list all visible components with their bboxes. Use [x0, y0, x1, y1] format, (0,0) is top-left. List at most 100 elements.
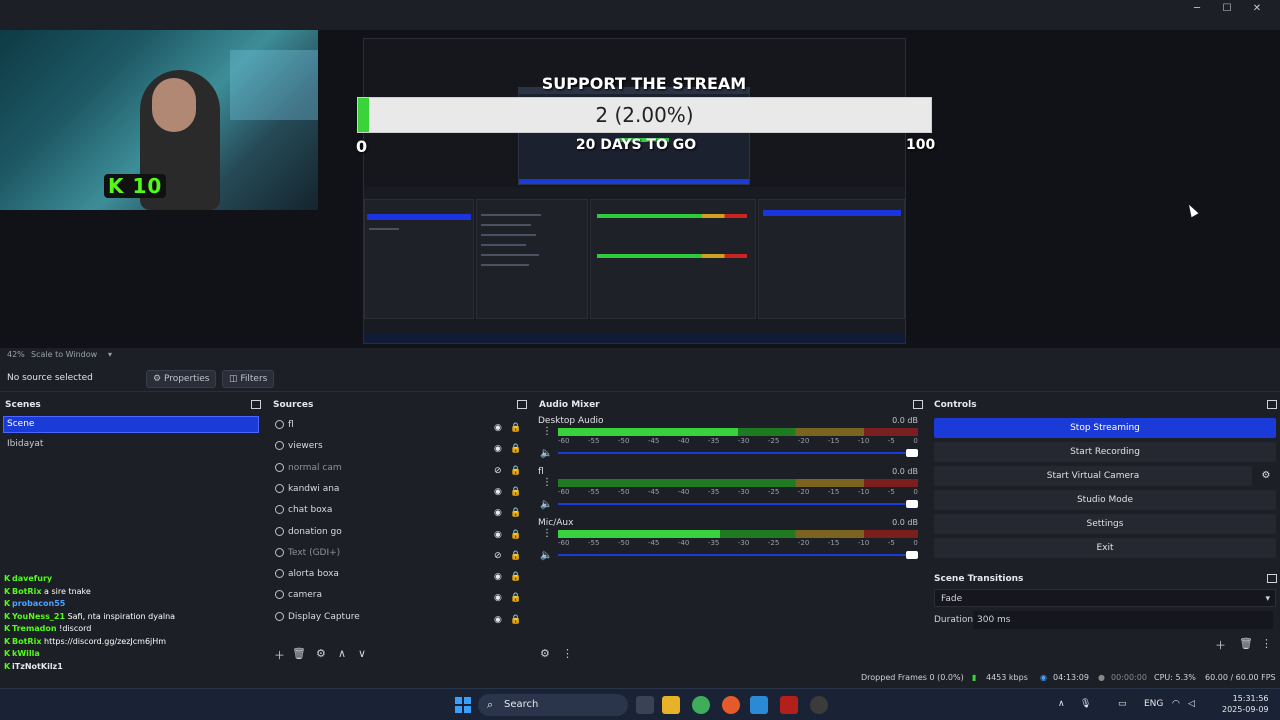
- move-down-icon[interactable]: ∨: [358, 647, 366, 660]
- mini-controls: [758, 199, 905, 319]
- speaker-icon[interactable]: 🔈: [540, 448, 552, 459]
- start-recording-button[interactable]: Start Recording: [934, 442, 1276, 462]
- source-item[interactable]: Text (GDI+) ⊘ 🔒: [272, 545, 522, 561]
- source-item[interactable]: camera ◉ 🔒: [272, 587, 522, 603]
- meter-tick: -15: [827, 488, 840, 496]
- taskbar-search[interactable]: ⌕ Search: [478, 694, 628, 716]
- scene-item-scene[interactable]: Scene: [3, 416, 259, 433]
- filters-button[interactable]: ◫ Filters: [222, 370, 275, 388]
- obs-icon[interactable]: [810, 696, 828, 714]
- eye-icon[interactable]: ◉: [494, 441, 502, 457]
- add-source-icon[interactable]: ＋: [274, 647, 285, 663]
- volume-slider[interactable]: [558, 500, 918, 508]
- volume-icon[interactable]: ◁: [1188, 699, 1195, 709]
- source-type-icon: [275, 505, 284, 515]
- eye-icon[interactable]: ◉: [494, 612, 502, 628]
- eye-icon[interactable]: ◉: [494, 420, 502, 436]
- source-item[interactable]: alorta boxa ◉ 🔒: [272, 566, 522, 582]
- studio-mode-button[interactable]: Studio Mode: [934, 490, 1276, 510]
- eye-icon[interactable]: ◉: [494, 527, 502, 543]
- eye-hidden-icon[interactable]: ⊘: [494, 548, 502, 564]
- lock-icon[interactable]: 🔒: [510, 569, 521, 585]
- source-item[interactable]: normal cam ⊘ 🔒: [272, 460, 522, 476]
- lock-icon[interactable]: 🔒: [510, 548, 521, 564]
- speaker-icon[interactable]: 🔈: [540, 499, 552, 510]
- meter-tick: -45: [647, 437, 660, 445]
- settings-button[interactable]: Settings: [934, 514, 1276, 534]
- eye-icon[interactable]: ◉: [494, 569, 502, 585]
- start-virtual-camera-button[interactable]: Start Virtual Camera: [934, 466, 1252, 486]
- taskbar-clock[interactable]: 15:31:56 2025-09-09: [1222, 693, 1269, 715]
- lock-icon[interactable]: 🔒: [510, 463, 521, 479]
- file-explorer-icon[interactable]: [662, 696, 680, 714]
- exit-button[interactable]: Exit: [934, 538, 1276, 558]
- app-icon[interactable]: [780, 696, 798, 714]
- source-settings-icon[interactable]: ⚙: [316, 647, 326, 660]
- transition-select[interactable]: Fade ▾: [934, 589, 1276, 607]
- wifi-icon[interactable]: ◠: [1172, 699, 1180, 709]
- undock-icon[interactable]: [1267, 400, 1277, 409]
- chrome-icon[interactable]: [692, 696, 710, 714]
- task-view-icon[interactable]: [636, 696, 654, 714]
- tray-app-icon[interactable]: ▭: [1118, 699, 1127, 709]
- advanced-audio-icon[interactable]: ⚙: [540, 647, 550, 660]
- undock-icon[interactable]: [1267, 574, 1277, 583]
- speaker-icon[interactable]: 🔈: [540, 550, 552, 561]
- volume-slider[interactable]: [558, 449, 918, 457]
- eye-hidden-icon[interactable]: ⊘: [494, 463, 502, 479]
- lock-icon[interactable]: 🔒: [510, 505, 521, 521]
- preview-area[interactable]: K 10 SUPPORT THE STREAM 2 (2.00%) 0 20 D…: [0, 30, 1280, 348]
- undock-icon[interactable]: [517, 400, 527, 409]
- source-item[interactable]: fl ◉ 🔒: [272, 417, 522, 433]
- gear-icon: ⚙: [153, 374, 164, 384]
- lock-icon[interactable]: 🔒: [510, 527, 521, 543]
- stop-streaming-button[interactable]: Stop Streaming: [934, 418, 1276, 438]
- volume-knob[interactable]: [906, 551, 918, 559]
- transition-menu-icon[interactable]: ⋮: [1261, 637, 1272, 650]
- remove-source-icon[interactable]: 🗑: [292, 647, 306, 660]
- tray-chevron-icon[interactable]: ∧: [1058, 699, 1065, 709]
- source-item[interactable]: viewers ◉ 🔒: [272, 438, 522, 454]
- maximize-button[interactable]: ☐: [1212, 2, 1242, 16]
- mic-icon[interactable]: 🎙: [1080, 699, 1091, 709]
- title-bar: ─ ☐ ✕: [0, 0, 1280, 30]
- nested-docks: [364, 187, 905, 343]
- volume-knob[interactable]: [906, 449, 918, 457]
- virtual-camera-gear-icon[interactable]: ⚙: [1257, 466, 1275, 486]
- chevron-down-icon[interactable]: ▾: [108, 350, 112, 359]
- eye-icon[interactable]: ◉: [494, 484, 502, 500]
- source-item[interactable]: kandwi ana ◉ 🔒: [272, 481, 522, 497]
- remove-transition-icon[interactable]: 🗑: [1239, 637, 1253, 650]
- volume-slider[interactable]: [558, 551, 918, 559]
- zoom-mode-select[interactable]: Scale to Window: [31, 350, 97, 359]
- close-button[interactable]: ✕: [1242, 2, 1272, 16]
- channel-menu-icon[interactable]: ⋮: [542, 477, 552, 488]
- meter-tick: -5: [887, 539, 895, 547]
- source-item[interactable]: chat boxa ◉ 🔒: [272, 502, 522, 518]
- firefox-icon[interactable]: [722, 696, 740, 714]
- app-icon[interactable]: [750, 696, 768, 714]
- undock-icon[interactable]: [251, 400, 261, 409]
- add-transition-icon[interactable]: ＋: [1215, 637, 1226, 653]
- lock-icon[interactable]: 🔒: [510, 590, 521, 606]
- eye-icon[interactable]: ◉: [494, 505, 502, 521]
- lock-icon[interactable]: 🔒: [510, 441, 521, 457]
- scene-item-ibidayat[interactable]: Ibidayat: [4, 437, 258, 452]
- source-item[interactable]: donation go ◉ 🔒: [272, 524, 522, 540]
- start-button[interactable]: [455, 697, 471, 713]
- channel-menu-icon[interactable]: ⋮: [542, 528, 552, 539]
- move-up-icon[interactable]: ∧: [338, 647, 346, 660]
- duration-input[interactable]: 300 ms: [973, 611, 1273, 629]
- undock-icon[interactable]: [913, 400, 923, 409]
- minimize-button[interactable]: ─: [1182, 2, 1212, 16]
- lock-icon[interactable]: 🔒: [510, 612, 521, 628]
- lock-icon[interactable]: 🔒: [510, 484, 521, 500]
- volume-knob[interactable]: [906, 500, 918, 508]
- channel-menu-icon[interactable]: ⋮: [542, 426, 552, 437]
- mixer-menu-icon[interactable]: ⋮: [562, 647, 573, 660]
- lock-icon[interactable]: 🔒: [510, 420, 521, 436]
- properties-button[interactable]: ⚙ Properties: [146, 370, 217, 388]
- source-item[interactable]: Display Capture ◉ 🔒: [272, 609, 522, 625]
- language-indicator[interactable]: ENG: [1144, 699, 1163, 709]
- eye-icon[interactable]: ◉: [494, 590, 502, 606]
